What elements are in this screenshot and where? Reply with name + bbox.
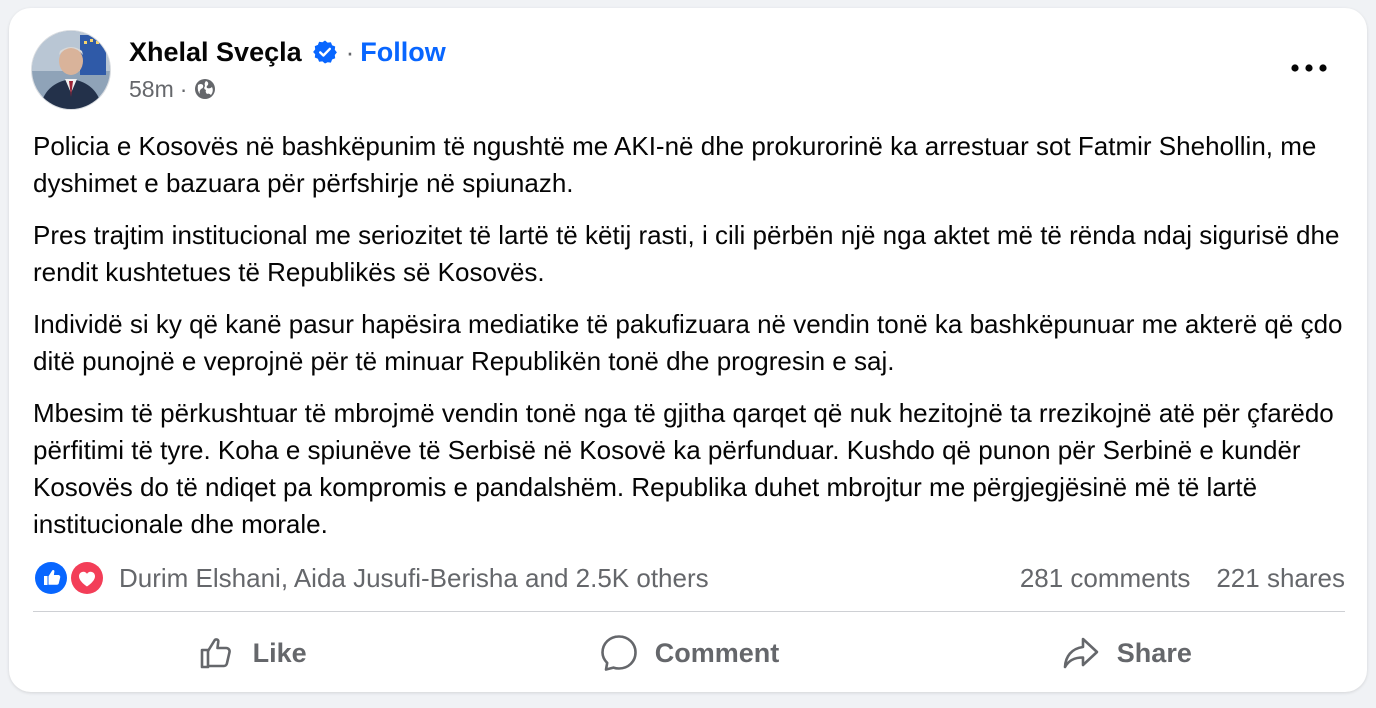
engagement-counts: 281 comments 221 shares: [1020, 563, 1345, 594]
post-meta: 58m ·: [129, 74, 217, 104]
love-reaction-icon: [69, 560, 105, 596]
reactions-summary[interactable]: Durim Elshani, Aida Jusufi-Berisha and 2…: [33, 558, 709, 598]
author-name[interactable]: Xhelal Sveçla: [129, 37, 302, 68]
verified-badge-icon: [312, 39, 338, 65]
shares-count[interactable]: 221 shares: [1216, 563, 1345, 594]
post-paragraph: Policia e Kosovës në bashkëpunim të ngus…: [33, 131, 1317, 198]
post-actions: Like Comment Share: [33, 620, 1345, 686]
engagement-summary: Durim Elshani, Aida Jusufi-Berisha and 2…: [33, 558, 1345, 598]
author-avatar[interactable]: [31, 30, 111, 110]
post-body: Policia e Kosovës në bashkëpunim të ngus…: [33, 128, 1353, 558]
post-paragraph: Individë si ky që kanë pasur hapësira me…: [33, 309, 1343, 376]
reaction-icons: [33, 558, 109, 598]
comments-count[interactable]: 281 comments: [1020, 563, 1191, 594]
like-button[interactable]: Like: [33, 620, 470, 686]
post-timestamp[interactable]: 58m: [129, 76, 174, 103]
avatar-photo: [32, 31, 110, 109]
like-reaction-icon: [33, 560, 69, 596]
globe-icon[interactable]: [193, 77, 217, 101]
more-options-icon[interactable]: [1287, 54, 1331, 82]
like-label: Like: [252, 637, 307, 668]
post-card: Xhelal Sveçla · Follow 58m · Policia e K…: [9, 8, 1367, 692]
actions-divider: [33, 611, 1345, 612]
share-button[interactable]: Share: [908, 620, 1345, 686]
post-paragraph: Pres trajtim institucional me seriozitet…: [33, 220, 1340, 287]
share-arrow-icon: [1061, 633, 1101, 673]
comment-bubble-icon: [599, 633, 639, 673]
header-separator: ·: [345, 36, 355, 67]
reactors-text[interactable]: Durim Elshani, Aida Jusufi-Berisha and 2…: [119, 563, 709, 594]
meta-separator: ·: [179, 75, 188, 102]
share-label: Share: [1116, 637, 1192, 668]
follow-button[interactable]: Follow: [360, 37, 445, 68]
comment-label: Comment: [654, 637, 780, 668]
thumbs-up-icon: [197, 633, 237, 673]
post-header: Xhelal Sveçla · Follow: [129, 34, 446, 70]
post-paragraph: Mbesim të përkushtuar të mbrojmë vendin …: [33, 398, 1334, 539]
comment-button[interactable]: Comment: [470, 620, 907, 686]
